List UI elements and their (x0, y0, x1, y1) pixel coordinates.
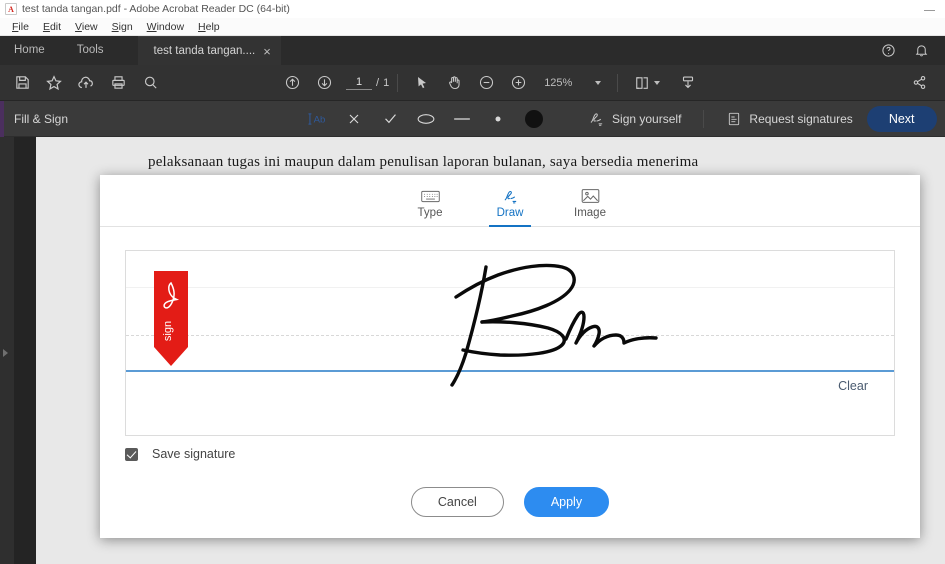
sign-yourself-button[interactable]: Sign yourself (574, 110, 695, 127)
signature-canvas[interactable]: sign Clear (125, 250, 895, 436)
left-navigation-rail (0, 137, 14, 564)
page-indicator: 1 / 1 (346, 76, 389, 90)
tab-draw[interactable]: Draw (489, 187, 531, 227)
view-tool-group: 125% (406, 65, 704, 101)
sign-yourself-label: Sign yourself (612, 111, 682, 126)
request-signatures-label: Request signatures (749, 111, 853, 126)
page-nav-group: 1 / 1 (276, 65, 406, 101)
toolbar-divider (397, 73, 399, 92)
color-swatch-black[interactable] (516, 101, 552, 137)
apply-button[interactable]: Apply (523, 487, 610, 517)
tab-image[interactable]: Image (569, 187, 611, 226)
main-toolbar: 1 / 1 125% (0, 65, 945, 101)
zoom-out-icon[interactable] (470, 65, 502, 101)
next-button[interactable]: Next (866, 105, 937, 132)
check-mark-icon[interactable] (372, 101, 408, 137)
request-signatures-button[interactable]: Request signatures (712, 111, 866, 127)
fill-sign-divider (703, 109, 705, 128)
notification-bell-icon[interactable] (914, 43, 929, 58)
signature-actions: Sign yourself Request signatures (574, 109, 867, 128)
dialog-footer: Cancel Apply (100, 487, 920, 517)
line-icon[interactable] (444, 101, 480, 137)
sign-pen-icon (588, 110, 605, 127)
title-bar: test tanda tangan.pdf - Adobe Acrobat Re… (0, 0, 945, 18)
fill-sign-title: Fill & Sign (14, 111, 69, 126)
save-signature-row: Save signature (125, 447, 235, 461)
acrobat-logo-icon (5, 3, 17, 15)
document-tab-label: test tanda tangan.... (153, 45, 256, 57)
nav-tools[interactable]: Tools (61, 36, 120, 65)
save-signature-label: Save signature (152, 447, 236, 461)
acrobat-window: test tanda tangan.pdf - Adobe Acrobat Re… (0, 0, 945, 564)
save-icon[interactable] (6, 65, 38, 101)
tab-type[interactable]: Type (409, 187, 451, 226)
save-signature-checkbox[interactable] (125, 447, 138, 461)
page-number-input[interactable]: 1 (346, 76, 372, 90)
toolbar-divider-2 (617, 73, 619, 92)
page-down-icon[interactable] (308, 65, 340, 101)
fill-sign-accent-bar (0, 101, 4, 137)
menu-item-sign[interactable]: Sign (105, 18, 140, 36)
nav-home[interactable]: Home (0, 36, 61, 65)
minimize-icon[interactable] (924, 4, 935, 15)
rail-gutter (14, 137, 36, 564)
zoom-level-select[interactable]: 125% (544, 76, 602, 89)
page-body-text: pelaksanaan tugas ini maupun dalam penul… (148, 154, 699, 170)
menu-item-edit[interactable]: Edit (36, 18, 68, 36)
signature-dialog-tabs: Type Draw Image (100, 175, 920, 227)
tab-draw-label: Draw (496, 207, 524, 219)
menu-item-window[interactable]: Window (140, 18, 191, 36)
zoom-level-value: 125% (544, 76, 573, 89)
share-icon[interactable] (903, 65, 935, 101)
upload-cloud-icon[interactable] (70, 65, 102, 101)
menu-item-view[interactable]: View (68, 18, 105, 36)
fill-and-sign-toolbar: Fill & Sign Ab Sign yourself Request sig… (0, 101, 945, 137)
print-icon[interactable] (102, 65, 134, 101)
fill-sign-tools: Ab (300, 101, 552, 137)
dot-icon[interactable] (480, 101, 516, 137)
tab-strip-right (881, 36, 945, 65)
image-picture-icon (581, 187, 600, 205)
cancel-button[interactable]: Cancel (410, 487, 504, 517)
scroll-mode-icon[interactable] (672, 65, 704, 101)
file-tool-group (6, 65, 166, 101)
hand-tool-icon[interactable] (438, 65, 470, 101)
handwritten-signature-icon (416, 253, 736, 398)
help-circle-icon[interactable] (881, 43, 896, 58)
ellipse-icon[interactable] (408, 101, 444, 137)
sign-marker-text: sign (162, 321, 174, 341)
select-cursor-icon[interactable] (406, 65, 438, 101)
window-title: test tanda tangan.pdf - Adobe Acrobat Re… (22, 3, 290, 15)
search-icon[interactable] (134, 65, 166, 101)
expand-panel-arrow-icon[interactable] (3, 349, 8, 357)
draw-pen-icon (501, 187, 520, 205)
cross-mark-icon[interactable] (336, 101, 372, 137)
tab-type-label: Type (417, 207, 443, 219)
menu-bar: File Edit View Sign Window Help (0, 18, 945, 36)
close-icon[interactable]: × (263, 45, 271, 58)
clear-signature-link[interactable]: Clear (838, 379, 868, 393)
page-up-icon[interactable] (276, 65, 308, 101)
menu-item-file[interactable]: File (5, 18, 36, 36)
color-swatch-circle (525, 109, 544, 128)
tab-image-label: Image (574, 207, 606, 219)
signature-dialog: Type Draw Image sign Clear Save signatur… (100, 175, 920, 538)
keyboard-icon (420, 187, 440, 205)
page-separator: / (376, 76, 380, 89)
tab-strip: Home Tools test tanda tangan.... × (0, 36, 945, 65)
window-controls (924, 0, 941, 18)
svg-text:Ab: Ab (314, 114, 326, 125)
chevron-down-icon (595, 80, 602, 85)
menu-item-help[interactable]: Help (191, 18, 227, 36)
page-total: 1 (383, 76, 390, 89)
document-tab[interactable]: test tanda tangan.... × (137, 36, 281, 65)
star-icon[interactable] (38, 65, 70, 101)
fit-page-chevron-icon[interactable] (654, 80, 661, 85)
sign-here-marker-icon: sign (152, 271, 190, 367)
request-doc-icon (726, 111, 742, 127)
add-text-icon[interactable]: Ab (300, 101, 336, 137)
zoom-in-icon[interactable] (502, 65, 534, 101)
